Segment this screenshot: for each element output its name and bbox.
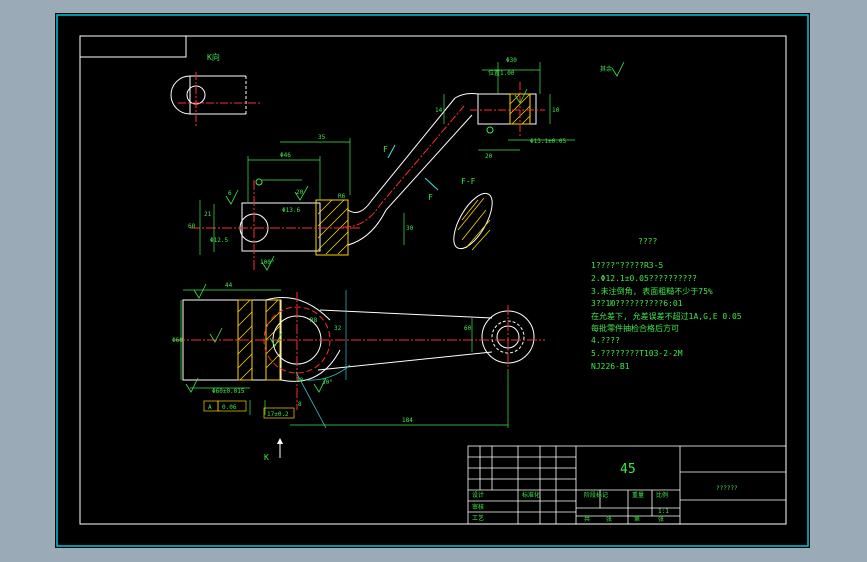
- dim-box2: 0.06: [222, 404, 237, 411]
- dim-angle: 30°: [322, 379, 333, 386]
- tb-review: 审核: [472, 503, 484, 511]
- tb-sheet: 共: [584, 515, 590, 523]
- dim-20b: 20: [296, 189, 304, 196]
- note-line-3: 3.未注倒角, 表面粗糙不少于75%: [591, 286, 713, 296]
- dim-box3: 17±0.2: [267, 411, 289, 418]
- tb-process: 工艺: [472, 514, 484, 522]
- dim-bottom-60: 60: [464, 325, 472, 332]
- dim-bottom-44: 44: [225, 282, 233, 289]
- dim-length-top: 35: [318, 134, 326, 141]
- dim-r8: R8: [310, 317, 318, 324]
- section-label: F-F: [461, 177, 476, 186]
- note-line-4: 3??1Ю??????????6:01: [591, 299, 683, 308]
- dim-right-30: 30: [406, 225, 414, 232]
- view-k: [170, 72, 262, 126]
- dim-21: 21: [204, 211, 212, 218]
- note-line-5: 在允差下, 允差误差不超过1A,G,E 0.05: [591, 311, 742, 321]
- force-label-2: F: [428, 193, 433, 202]
- dim-60: 60: [188, 223, 196, 230]
- roughness-note: 其余: [600, 65, 612, 73]
- section-ff: [453, 192, 493, 251]
- note-line-8: 5.????????T103-2-2M: [591, 349, 683, 358]
- tb-sheet-unit: 张: [606, 515, 612, 523]
- cad-viewer: K向 K F-F F F 其余 Φ30 位置1.00 14 10 20 Φ13.…: [0, 0, 867, 562]
- tb-standard: 标准化: [522, 491, 540, 499]
- dim-bottom-len: 184: [402, 417, 413, 424]
- dim-top-width: Φ30: [506, 57, 517, 64]
- dim-phi-top: Φ46: [280, 152, 291, 159]
- dim-bottom-l: Φ60: [172, 337, 183, 344]
- dim-bottom-tol1: Φ60±0.015: [212, 388, 245, 395]
- dim-phi13: Φ13.6: [282, 207, 300, 214]
- code-box: [80, 36, 187, 58]
- dim-6: 6: [228, 190, 232, 197]
- tb-scale: 比例: [656, 491, 668, 499]
- note-line-1: 1????"?????R3-5: [591, 261, 663, 270]
- tb-page-unit: 张: [658, 515, 664, 523]
- tb-stage: 阶段标记: [584, 491, 608, 499]
- note-line-6: 每批零件抽检合格后方可: [591, 323, 679, 333]
- dim-box1: A: [208, 404, 212, 411]
- dim-10: 10: [552, 107, 560, 114]
- dim-32: 32: [334, 325, 342, 332]
- dim-100: 100°: [260, 259, 274, 266]
- upper-arm-view: [190, 61, 625, 271]
- dim-hole: Φ13.1±0.05: [530, 138, 567, 145]
- tb-designer: 设计: [472, 491, 484, 499]
- force-label-1: F: [383, 145, 388, 154]
- part-name-text: ??????: [716, 485, 738, 492]
- drawing-canvas: K向 K F-F F F 其余 Φ30 位置1.00 14 10 20 Φ13.…: [56, 14, 809, 547]
- tb-page: 第: [634, 515, 640, 523]
- dim-top-pos: 位置1.00: [488, 69, 515, 77]
- tb-ratio: 1:1: [658, 508, 669, 515]
- arrow-k-label: K: [264, 453, 269, 462]
- dim-r6: R6: [338, 193, 346, 200]
- notes-title: ????: [638, 237, 657, 246]
- dim-20: 20: [485, 153, 493, 160]
- note-line-2: 2.Φ12.1±0.05??????????: [591, 274, 697, 283]
- material-text: 45: [620, 462, 636, 477]
- tb-weight: 重量: [632, 491, 644, 499]
- note-line-7: 4.????: [591, 336, 620, 345]
- note-line-9: NJ226-B1: [591, 362, 630, 371]
- title-block-lines: [467, 445, 787, 525]
- dim-phi-left: Φ12.5: [210, 237, 228, 244]
- lower-plan-view: [175, 283, 545, 458]
- dim-14: 14: [435, 107, 443, 114]
- view-k-label: K向: [207, 52, 220, 62]
- dim-right-8: 8: [298, 401, 302, 408]
- dim-20c: 20: [296, 377, 304, 384]
